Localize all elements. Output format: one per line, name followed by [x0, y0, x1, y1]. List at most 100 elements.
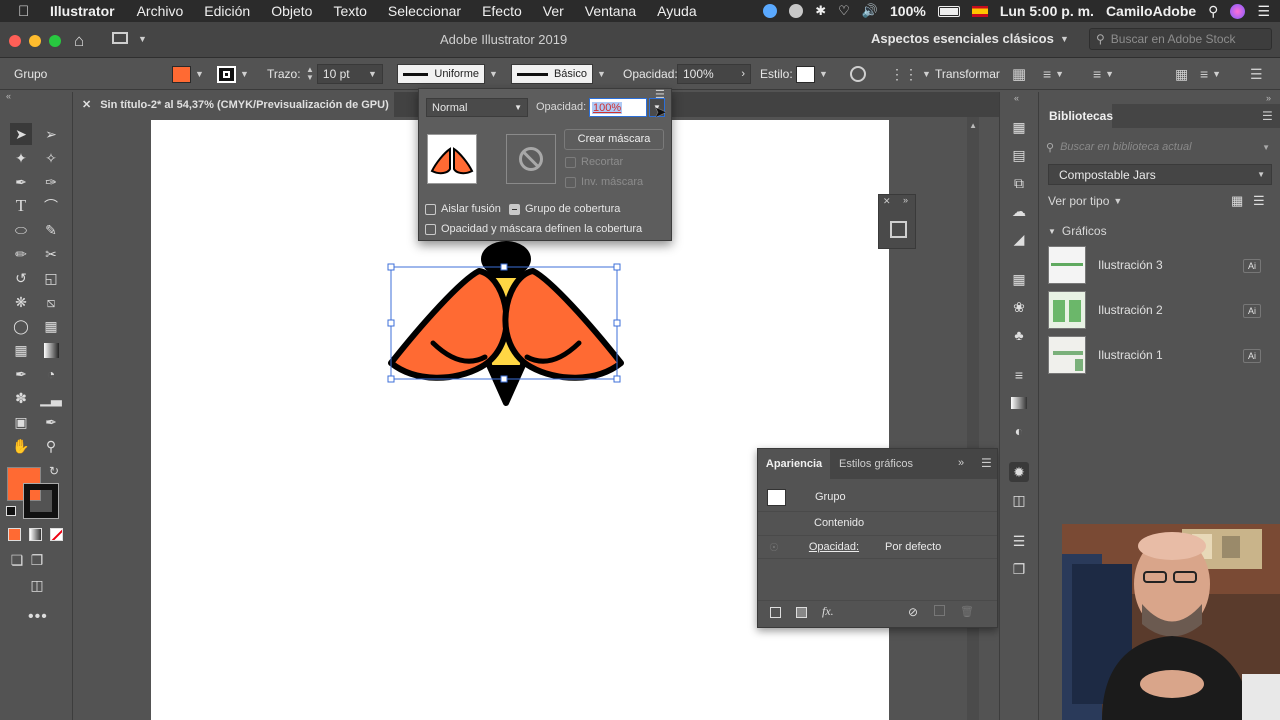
- draw-behind-icon[interactable]: ❐: [26, 549, 48, 571]
- appearance-row-contents[interactable]: Contenido: [758, 511, 997, 533]
- brush-definition[interactable]: Básico: [511, 64, 593, 84]
- document-tab[interactable]: ✕ Sin título-2* al 54,37% (CMYK/Previsua…: [74, 92, 394, 117]
- stroke-stepper-icon[interactable]: ▲ ▼: [306, 66, 314, 82]
- style-chevron-icon[interactable]: ▼: [819, 69, 828, 79]
- vertical-scrollbar[interactable]: [967, 117, 979, 720]
- popup-opacity-field[interactable]: 100%: [589, 98, 647, 117]
- library-search-field[interactable]: ⚲ Buscar en biblioteca actual ▼: [1046, 137, 1274, 157]
- apple-logo-icon[interactable]: : [18, 3, 38, 20]
- add-fill-icon[interactable]: [796, 607, 807, 618]
- libraries-collapse-icon[interactable]: »: [1266, 93, 1271, 103]
- transparency-panel-icon[interactable]: ◐: [1009, 421, 1029, 441]
- stroke-panel-icon[interactable]: ≡: [1009, 365, 1029, 385]
- asset-export-panel-icon[interactable]: ◢: [1009, 229, 1029, 249]
- window-zoom-button[interactable]: [49, 35, 61, 47]
- fill-swatch[interactable]: [172, 65, 191, 83]
- selection-tool-icon[interactable]: ➤: [10, 123, 32, 145]
- free-transform-tool-icon[interactable]: ⧅: [40, 291, 62, 313]
- menu-ayuda[interactable]: Ayuda: [657, 3, 696, 19]
- stroke-color-box[interactable]: [23, 483, 59, 519]
- delete-item-icon[interactable]: 🗑: [960, 605, 974, 618]
- artboards-panel-icon[interactable]: ▦: [1009, 117, 1029, 137]
- grid-view-icon[interactable]: ▦: [1231, 193, 1243, 209]
- menu-edicion[interactable]: Edición: [204, 3, 250, 19]
- fill-chevron-icon[interactable]: ▼: [195, 69, 204, 79]
- add-effect-icon[interactable]: fx.: [822, 604, 834, 619]
- envelope-distort-icon[interactable]: ≡: [1043, 66, 1051, 82]
- ellipse-tool-icon[interactable]: ⬭: [10, 219, 32, 241]
- artwork-thumbnail[interactable]: [427, 134, 477, 184]
- mask-thumbnail[interactable]: [506, 134, 556, 184]
- isolate-blending-checkbox[interactable]: [425, 203, 436, 215]
- arrange-documents-icon[interactable]: [112, 32, 128, 44]
- pathfinder-panel-icon[interactable]: ⧉: [1009, 173, 1029, 193]
- spotlight-icon[interactable]: ⚲: [1208, 3, 1218, 20]
- battery-icon[interactable]: [937, 5, 960, 17]
- tab-graphic-styles[interactable]: Estilos gráficos: [839, 449, 913, 479]
- workspace-switcher[interactable]: Aspectos esenciales clásicos: [871, 31, 1054, 46]
- menu-ver[interactable]: Ver: [543, 3, 564, 19]
- stroke-weight-field[interactable]: 10 pt ▼: [316, 64, 383, 84]
- battery-percent[interactable]: 100%: [890, 3, 926, 19]
- list-view-icon[interactable]: ☰: [1253, 193, 1265, 209]
- swatches-panel-icon[interactable]: ▦: [1009, 269, 1029, 289]
- selection-handle-tl[interactable]: [387, 263, 395, 271]
- stroke-chevron-icon[interactable]: ▼: [240, 69, 249, 79]
- clip-checkbox[interactable]: [565, 156, 576, 168]
- make-mask-button[interactable]: Crear máscara: [564, 129, 664, 150]
- menu-archivo[interactable]: Archivo: [137, 3, 184, 19]
- appearance-row-opacity[interactable]: ☉ Opacidad: Por defecto: [758, 535, 997, 559]
- volume-icon[interactable]: 🔊: [862, 3, 878, 19]
- library-item[interactable]: Ilustración 3 Ai: [1048, 246, 1272, 286]
- blend-tool-icon[interactable]: ◔: [40, 363, 62, 385]
- recolor-artwork-icon[interactable]: [850, 66, 866, 82]
- add-stroke-icon[interactable]: [770, 607, 781, 618]
- warp-tool-icon[interactable]: ❋: [10, 291, 32, 313]
- layers-panel-icon[interactable]: ☰: [1009, 531, 1029, 551]
- shape-builder-tool-icon[interactable]: ◯: [10, 315, 32, 337]
- stock-search-field[interactable]: ⚲ Buscar en Adobe Stock: [1089, 28, 1272, 50]
- menu-objeto[interactable]: Objeto: [271, 3, 312, 19]
- clock[interactable]: Lun 5:00 p. m.: [1000, 3, 1094, 19]
- distribute-chevron-icon[interactable]: ▼: [1212, 69, 1221, 79]
- mini-panel-close-icon[interactable]: ✕: [883, 196, 891, 207]
- cc-libraries-panel-icon[interactable]: ☁: [1009, 201, 1029, 221]
- menu-efecto[interactable]: Efecto: [482, 3, 522, 19]
- pen-tool-icon[interactable]: ✒: [10, 171, 32, 193]
- menu-texto[interactable]: Texto: [333, 3, 366, 19]
- slice-tool-icon[interactable]: ✒: [40, 411, 62, 433]
- curvature-tool-icon[interactable]: ✑: [40, 171, 62, 193]
- scroll-up-icon[interactable]: ▲: [969, 121, 977, 130]
- arrange-icon[interactable]: ▦: [1175, 66, 1188, 83]
- graphics-section-header[interactable]: ▼ Gráficos: [1048, 224, 1107, 238]
- color-mode-icon[interactable]: [8, 528, 21, 541]
- window-minimize-button[interactable]: [29, 35, 41, 47]
- blend-mode-dropdown[interactable]: Normal ▼: [426, 98, 528, 117]
- bluetooth-icon[interactable]: ✱: [815, 3, 826, 19]
- user-name[interactable]: CamiloAdobe: [1106, 3, 1196, 19]
- gradient-mode-icon[interactable]: [29, 528, 42, 541]
- screen-mode-icon[interactable]: ◫: [26, 574, 48, 596]
- symbols-panel-icon[interactable]: ♣: [1009, 325, 1029, 345]
- dropbox-sync-icon[interactable]: [789, 4, 804, 18]
- eyedropper-tool-icon[interactable]: ✒: [10, 363, 32, 385]
- arc-tool-icon[interactable]: ⌒: [40, 195, 62, 217]
- notification-center-icon[interactable]: ☰: [1257, 3, 1270, 20]
- align-chevron-icon[interactable]: ▼: [922, 69, 931, 79]
- none-mode-icon[interactable]: [50, 528, 63, 541]
- selection-handle-mr[interactable]: [613, 319, 621, 327]
- menu-seleccionar[interactable]: Seleccionar: [388, 3, 461, 19]
- knockout-group-checkbox[interactable]: [509, 203, 520, 215]
- firefly-illustration[interactable]: [381, 235, 641, 435]
- clear-appearance-icon[interactable]: ⊘: [908, 605, 918, 619]
- dropbox-icon[interactable]: [763, 4, 778, 18]
- gradient-tool-icon[interactable]: [40, 339, 62, 361]
- column-graph-tool-icon[interactable]: ▁▃: [40, 387, 62, 409]
- library-select[interactable]: Compostable Jars ▼: [1048, 164, 1272, 185]
- symbol-sprayer-tool-icon[interactable]: ✽: [10, 387, 32, 409]
- workspace-chevron-icon[interactable]: ▼: [1060, 34, 1069, 44]
- variable-width-profile[interactable]: Uniforme: [397, 64, 485, 84]
- view-by-dropdown[interactable]: Ver por tipo ▼: [1048, 194, 1122, 208]
- appearance-panel-icon[interactable]: ✹: [1009, 462, 1029, 482]
- libraries-menu-icon[interactable]: ☰: [1262, 109, 1273, 123]
